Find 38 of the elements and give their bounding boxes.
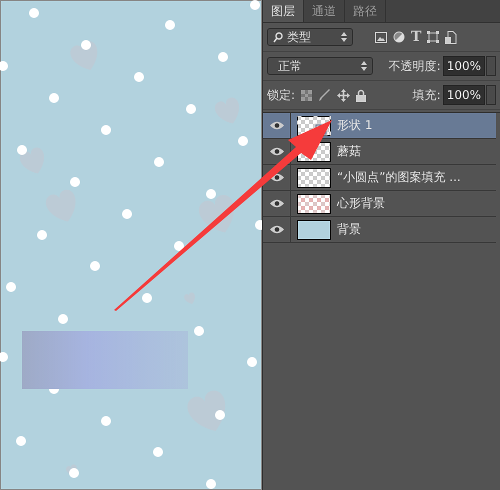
blend-mode-dropdown[interactable]: 正常 <box>267 57 373 75</box>
blend-mode-value: 正常 <box>278 58 302 74</box>
panel-tab[interactable]: 路径 <box>345 0 386 22</box>
layer-name: 蘑菇 <box>337 143 361 160</box>
search-icon <box>273 32 283 42</box>
eye-icon[interactable] <box>270 199 284 208</box>
eye-icon[interactable] <box>270 121 284 130</box>
opacity-field[interactable]: 100% <box>442 56 485 76</box>
layer-thumbnail <box>297 168 331 188</box>
brush-icon[interactable] <box>318 88 332 102</box>
checker-icon[interactable] <box>301 90 312 100</box>
move-icon[interactable] <box>337 88 350 102</box>
panel-tab[interactable]: 图层 <box>263 0 304 22</box>
lock-label: 锁定: <box>267 86 296 104</box>
filter-value: 类型 <box>287 28 311 46</box>
layer-row[interactable]: 形状 1 <box>263 113 496 139</box>
lock-icon[interactable] <box>356 88 366 102</box>
layer-name: 心形背景 <box>337 195 385 212</box>
eye-icon[interactable] <box>270 225 284 234</box>
layer-name: “小圆点”的图案填充 ... <box>337 169 461 186</box>
up-down-icon <box>361 61 367 71</box>
half-circle-icon[interactable] <box>393 31 405 43</box>
image-filter-icon[interactable] <box>375 32 387 42</box>
panel-tab[interactable]: 通道 <box>304 0 345 22</box>
up-down-icon <box>341 32 347 42</box>
layer-name: 形状 1 <box>337 117 372 134</box>
eye-icon[interactable] <box>270 147 284 156</box>
document-icon[interactable] <box>445 30 458 44</box>
filter-dropdown[interactable]: 类型 <box>267 28 353 46</box>
opacity-label: 不透明度: <box>388 58 441 74</box>
text-filter-icon[interactable]: T <box>411 29 422 45</box>
shape-filter-icon[interactable] <box>427 31 440 43</box>
layer-name: 背景 <box>337 221 361 238</box>
layer-thumbnail <box>297 194 331 214</box>
layer-thumbnail <box>297 220 331 240</box>
layer-row[interactable]: 心形背景 <box>263 191 496 217</box>
fill-field[interactable]: 100% <box>442 85 485 105</box>
fill-label: 填充: <box>412 86 441 104</box>
